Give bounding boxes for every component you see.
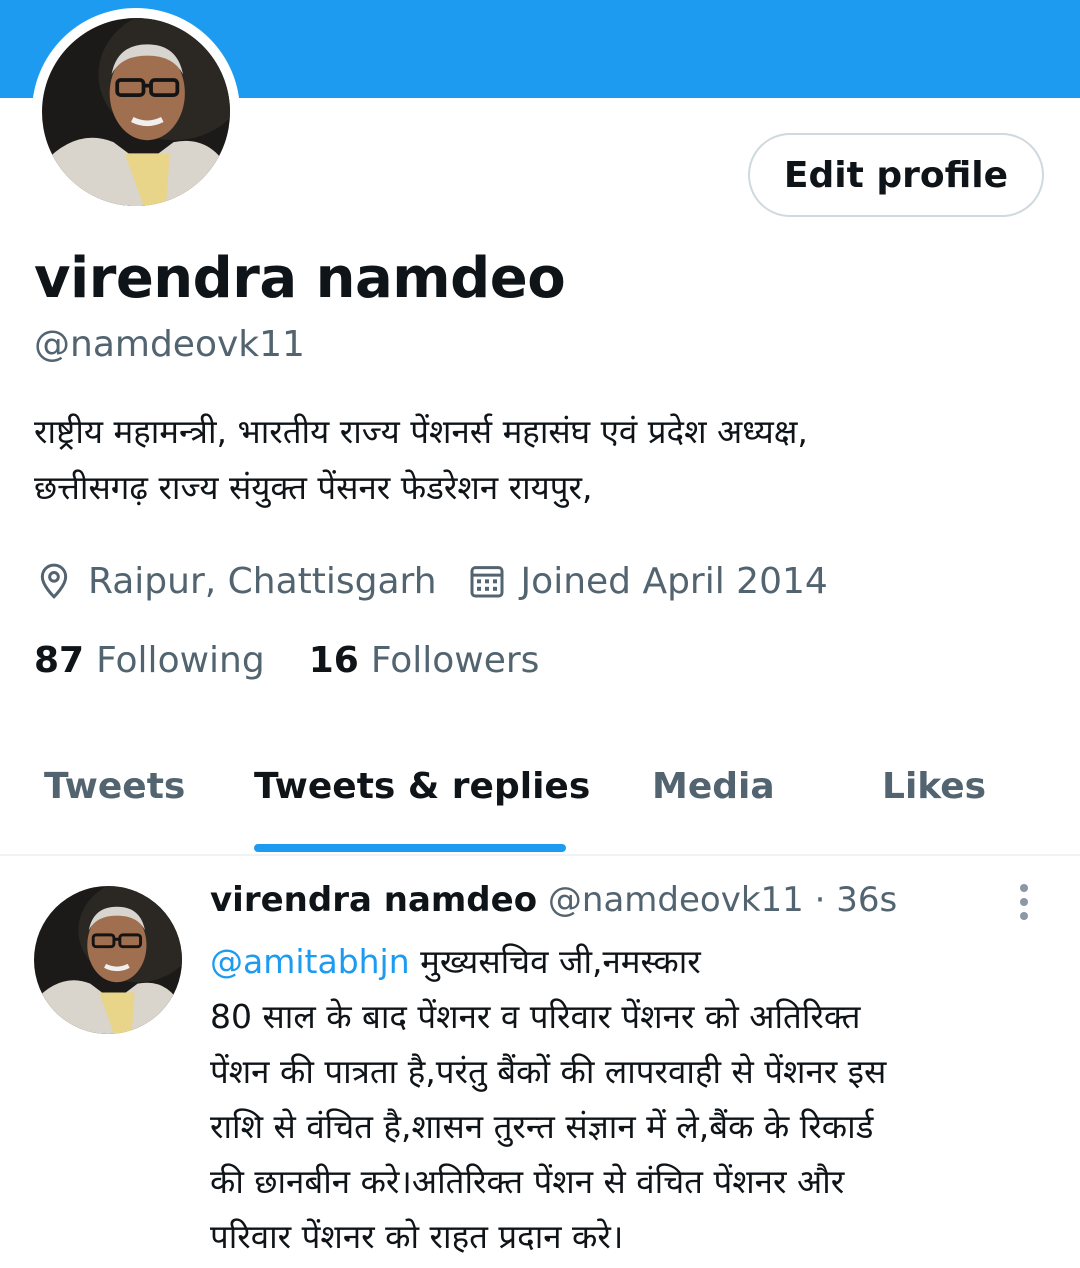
profile-meta: Raipur, Chattisgarh Joined April 2014 bbox=[34, 556, 828, 606]
tweet-line: परिवार पेंशनर को राहत प्रदान करे। bbox=[210, 1217, 624, 1256]
tweet-author-name[interactable]: virendra namdeo bbox=[210, 880, 537, 920]
tweet-author-handle[interactable]: @namdeovk11 bbox=[548, 880, 804, 920]
avatar-portrait bbox=[34, 886, 182, 1034]
profile-bio: राष्ट्रीय महामन्त्री, भारतीय राज्य पेंशन… bbox=[34, 404, 1044, 516]
tweet-author-avatar[interactable] bbox=[34, 886, 182, 1034]
tweet-line: राशि से वंचित है,शासन तुरन्त संज्ञान में… bbox=[210, 1107, 874, 1146]
profile-tabs: Tweets Tweets & replies Media Likes bbox=[0, 740, 1080, 856]
more-vertical-icon[interactable] bbox=[1004, 880, 1044, 924]
tweet-line: @amitabhjn मुख्यसचिव जी,नमस्कार bbox=[210, 934, 1050, 989]
following-count: 87 bbox=[34, 640, 85, 681]
location-pin-icon bbox=[34, 561, 74, 601]
edit-profile-button[interactable]: Edit profile bbox=[748, 133, 1044, 217]
profile-handle: @namdeovk11 bbox=[34, 324, 305, 365]
profile-stats: 87 Following 16 Followers bbox=[34, 640, 583, 681]
profile-location: Raipur, Chattisgarh bbox=[88, 560, 437, 602]
tweet-mention-link[interactable]: @amitabhjn bbox=[210, 942, 410, 981]
following-link[interactable]: 87 Following bbox=[34, 640, 265, 681]
tab-tweets-replies[interactable]: Tweets & replies bbox=[254, 766, 590, 807]
tweet-line: की छानबीन करे।अतिरिक्त पेंशन से वंचित पे… bbox=[210, 1162, 845, 1201]
calendar-icon bbox=[467, 561, 507, 601]
tweet-time[interactable]: 36s bbox=[836, 880, 897, 920]
tweet-line: पेंशन की पात्रता है,परंतु बैंकों की लापर… bbox=[210, 1052, 887, 1091]
tab-tweets[interactable]: Tweets bbox=[44, 766, 185, 807]
followers-count: 16 bbox=[308, 640, 359, 681]
profile-joined: Joined April 2014 bbox=[520, 560, 828, 602]
tab-likes[interactable]: Likes bbox=[882, 766, 986, 807]
tweet-separator: · bbox=[814, 880, 826, 920]
profile-avatar[interactable] bbox=[42, 18, 230, 206]
tweet-line: 80 साल के बाद पेंशनर व परिवार पेंशनर को … bbox=[210, 997, 861, 1036]
avatar-portrait bbox=[42, 18, 230, 206]
bio-line: राष्ट्रीय महामन्त्री, भारतीय राज्य पेंशन… bbox=[34, 412, 808, 451]
followers-label: Followers bbox=[370, 640, 540, 681]
tweet-line-text: मुख्यसचिव जी,नमस्कार bbox=[409, 942, 701, 981]
tweet-text: @amitabhjn मुख्यसचिव जी,नमस्कार 80 साल क… bbox=[210, 934, 1050, 1264]
tab-media[interactable]: Media bbox=[652, 766, 775, 807]
active-tab-indicator bbox=[254, 844, 566, 852]
bio-line: छत्तीसगढ़ राज्य संयुक्त पेंसनर फेडरेशन र… bbox=[34, 468, 593, 507]
profile-display-name: virendra namdeo bbox=[34, 246, 566, 311]
following-label: Following bbox=[96, 640, 265, 681]
followers-link[interactable]: 16 Followers bbox=[309, 640, 540, 681]
tweet-header: virendra namdeo @namdeovk11 · 36s bbox=[210, 880, 897, 920]
